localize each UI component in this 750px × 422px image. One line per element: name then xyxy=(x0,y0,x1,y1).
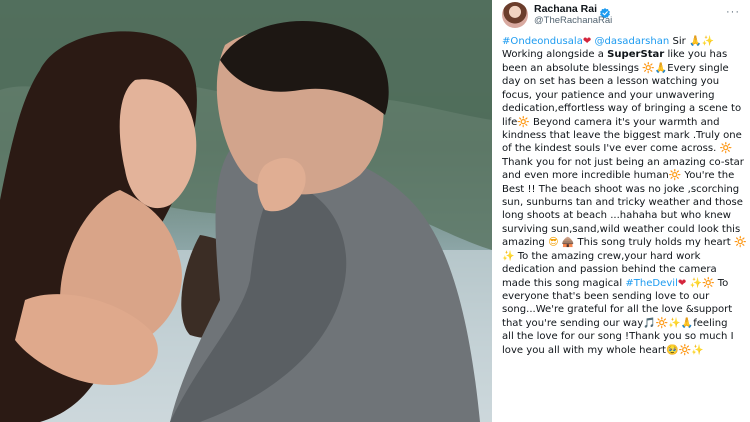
text-segment: day on set has been a lesson watching yo… xyxy=(502,76,720,88)
text-segment: Working alongside a xyxy=(502,49,608,61)
emoji-icon: 🔆 xyxy=(733,237,747,249)
text-segment: Beyond camera it's your warmth and xyxy=(529,116,720,128)
author-names: Rachana Rai @TheRachanaRai xyxy=(534,3,612,26)
emoji-icon: 🙏 xyxy=(688,36,702,47)
emoji-icon: ✨ xyxy=(691,344,704,356)
tweet-line: made this song magical #TheDevil❤ ✨🔆 To xyxy=(502,277,744,290)
tweet-line: kindness that leave the biggest mark .Tr… xyxy=(502,129,744,142)
hashtag-or-mention-link[interactable]: #Ondeondusala xyxy=(502,36,583,47)
display-name[interactable]: Rachana Rai xyxy=(534,3,597,16)
hashtag-or-mention-link[interactable]: #TheDevil xyxy=(625,278,678,289)
text-segment: and even more incredible human xyxy=(502,170,669,182)
tweet-header: Rachana Rai @TheRachanaRai ··· xyxy=(502,0,744,30)
tweet-line: long shoots at beach ...hahaha but who k… xyxy=(502,209,744,222)
text-segment: feeling xyxy=(693,317,728,329)
tweet-line: all the love for our song !Thank you so … xyxy=(502,330,744,343)
text-segment: all the love for our song !Thank you so … xyxy=(502,331,734,343)
tweet-line: life🔆 Beyond camera it's your warmth and xyxy=(502,116,744,129)
tweet-line: everyone that's been sending love to our xyxy=(502,290,744,303)
photo-illustration xyxy=(0,0,492,422)
text-segment: long shoots at beach ...hahaha but who k… xyxy=(502,210,731,222)
display-name-row: Rachana Rai xyxy=(534,3,612,19)
text-segment: love you all with my whole heart xyxy=(502,344,666,356)
tweet-line: focus, your patience and your unwavering xyxy=(502,89,744,102)
tweet-line: Thank you for not just being an amazing … xyxy=(502,156,744,169)
emoji-icon: 🙏 xyxy=(680,317,694,329)
text-segment: Every single xyxy=(667,62,729,74)
emoji-icon: 🔆 xyxy=(719,143,733,155)
emoji-icon: 🔆 xyxy=(702,277,715,289)
text-segment: You're the xyxy=(681,170,735,182)
emoji-icon: 🛖 xyxy=(561,237,575,249)
emoji-icon: 🔆 xyxy=(668,170,682,182)
tweet-line: dedication and passion behind the camera xyxy=(502,263,744,276)
emoji-icon: 😎 xyxy=(548,237,559,249)
text-segment: Thank you for not just being an amazing … xyxy=(502,156,744,168)
text-segment: To xyxy=(714,277,729,289)
tweet-line: day on set has been a lesson watching yo… xyxy=(502,75,744,88)
emoji-icon: 🥹 xyxy=(665,344,679,356)
tweet-line: love you all with my whole heart🥹🔆 ✨ xyxy=(502,344,744,357)
text-segment: made this song magical xyxy=(502,277,626,289)
more-options-icon[interactable]: ··· xyxy=(726,6,740,18)
tweet-line: ✨ To the amazing crew,your hard work xyxy=(502,250,744,263)
text-segment: sun, sunburns tan and tricky weather and… xyxy=(502,197,743,209)
tweet-text: #Ondeondusala❤ @dasadarshan Sir 🙏✨ Workin… xyxy=(502,35,747,357)
tweet-photo[interactable] xyxy=(0,0,492,422)
tweet-line: sun, sunburns tan and tricky weather and… xyxy=(502,196,744,209)
tweet-line: and even more incredible human🔆 You're t… xyxy=(502,169,744,182)
emoji-icon: 🔆 xyxy=(517,116,530,128)
emoji-icon: 🎵 xyxy=(643,317,656,329)
text-segment: been an absolute blessings xyxy=(502,62,643,74)
text-segment: To the amazing crew,your hard work xyxy=(514,250,701,262)
text-segment: Best !! The beach shoot was no joke ,sco… xyxy=(502,183,740,195)
emoji-icon: ✨ xyxy=(668,317,681,329)
emoji-icon: ✨ xyxy=(701,36,714,47)
hashtag-or-mention-link[interactable]: @dasadarshan xyxy=(594,36,669,47)
text-segment: dedication and passion behind the camera xyxy=(502,264,717,276)
tweet-line: been an absolute blessings 🔆🙏Every singl… xyxy=(502,62,744,75)
text-segment: surviving sun,sand,wild weather could lo… xyxy=(502,223,741,235)
handle[interactable]: @TheRachanaRai xyxy=(534,15,612,26)
emoji-icon: 🔆 xyxy=(678,344,691,356)
text-segment: dedication,effortless way of bringing a … xyxy=(502,103,742,115)
emoji-icon: ✨ xyxy=(502,250,515,262)
verified-badge-icon xyxy=(600,5,611,19)
tweet-line: #Ondeondusala❤ @dasadarshan Sir 🙏✨ xyxy=(502,35,744,48)
text-segment: amazing xyxy=(502,237,549,249)
emoji-icon: 🔆 xyxy=(642,62,655,74)
text-segment: kindness that leave the biggest mark .Tr… xyxy=(502,129,742,141)
tweet-line: of the kindest souls I've ever come acro… xyxy=(502,142,744,155)
text-segment: focus, your patience and your unwavering xyxy=(502,89,715,101)
text-segment: that you're sending our way xyxy=(502,317,644,329)
text-segment: This song truly holds my heart xyxy=(574,237,734,249)
tweet-line: Working alongside a SuperStar like you h… xyxy=(502,48,744,61)
tweet-panel: Rachana Rai @TheRachanaRai ··· #Ondeondu… xyxy=(492,0,750,422)
tweet-line: dedication,effortless way of bringing a … xyxy=(502,102,744,115)
emoji-icon: 🔆 xyxy=(655,317,669,329)
emoji-icon: 🙏 xyxy=(654,62,668,74)
tweet-line: Best !! The beach shoot was no joke ,sco… xyxy=(502,183,744,196)
text-segment: song...We're grateful for all the love &… xyxy=(502,304,733,316)
text-segment: like you has xyxy=(664,49,728,61)
bold-text: SuperStar xyxy=(607,49,665,61)
text-segment: life xyxy=(502,116,518,128)
emoji-icon: ✨ xyxy=(689,277,703,289)
tweet-line: song...We're grateful for all the love &… xyxy=(502,303,744,316)
avatar[interactable] xyxy=(502,2,528,28)
tweet-line: amazing 😎 🛖 This song truly holds my hea… xyxy=(502,236,747,249)
tweet-line: surviving sun,sand,wild weather could lo… xyxy=(502,223,744,236)
text-segment: of the kindest souls I've ever come acro… xyxy=(502,143,720,155)
tweet-line: that you're sending our way🎵🔆 ✨🙏feeling xyxy=(502,317,744,330)
text-segment: Sir xyxy=(669,36,689,47)
text-segment: everyone that's been sending love to our xyxy=(502,291,710,303)
